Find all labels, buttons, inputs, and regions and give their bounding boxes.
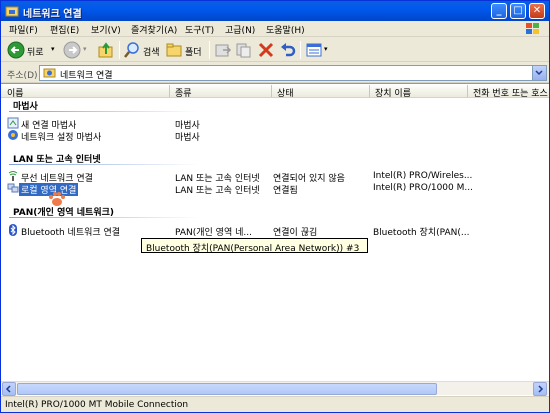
address-dropdown-button[interactable] (532, 66, 546, 80)
column-device[interactable]: 장치 이름 (375, 86, 411, 99)
chevron-down-icon (535, 70, 543, 76)
search-label: 검색 (143, 48, 160, 58)
toolbar-separator (119, 41, 120, 59)
list-item[interactable]: Bluetooth 네트워크 연결 PAN(개인 영역 네... 연결이 끊김 … (1, 224, 549, 238)
group-divider (9, 111, 199, 112)
close-button[interactable]: ✕ (529, 3, 545, 19)
group-divider (9, 217, 199, 218)
forward-arrow-icon (63, 41, 81, 59)
column-status[interactable]: 상태 (277, 86, 294, 99)
chevron-right-icon (538, 385, 544, 393)
menu-tools[interactable]: 도구(T) (185, 23, 214, 36)
explorer-window: 네트워크 연결 _ □ ✕ 파일(F) 편집(E) 보기(V) 즐겨찾기(A) … (0, 0, 550, 413)
up-folder-button[interactable] (97, 41, 115, 59)
network-connections-icon (43, 68, 56, 78)
move-to-button[interactable] (214, 41, 232, 59)
views-dropdown-icon[interactable]: ▾ (324, 45, 328, 53)
status-text: Intel(R) PRO/1000 MT Mobile Connection (5, 400, 189, 410)
folders-label: 폴더 (185, 48, 202, 58)
menu-view[interactable]: 보기(V) (91, 23, 121, 36)
bluetooth-icon (9, 224, 17, 236)
menu-advanced[interactable]: 고급(N) (225, 23, 255, 36)
item-type: LAN 또는 고속 인터넷 (175, 186, 260, 196)
copy-to-icon (236, 43, 251, 58)
folders-icon (166, 43, 182, 57)
item-status: 연결이 끊김 (273, 228, 318, 238)
search-button[interactable]: 검색 (123, 41, 163, 59)
network-setup-wizard-icon (8, 130, 18, 140)
delete-x-icon (258, 42, 274, 58)
column-divider[interactable] (467, 85, 468, 97)
copy-to-button[interactable] (235, 41, 253, 59)
tooltip: Bluetooth 장치(PAN(Personal Area Network))… (141, 238, 368, 254)
item-device: Intel(R) PRO/1000 M... (373, 183, 473, 193)
address-bar: 주소(D) 네트워크 연결 (1, 63, 549, 83)
undo-icon (281, 43, 296, 57)
menu-help[interactable]: 도움말(H) (266, 23, 305, 36)
maximize-button[interactable]: □ (510, 3, 526, 19)
scroll-right-button[interactable] (533, 382, 547, 396)
back-arrow-icon (7, 41, 25, 59)
move-to-icon (215, 44, 232, 57)
folders-button[interactable]: 폴더 (165, 41, 205, 59)
item-name: 네트워크 설정 마법사 (21, 133, 102, 143)
menu-bar: 파일(F) 편집(E) 보기(V) 즐겨찾기(A) 도구(T) 고급(N) 도움… (1, 21, 549, 37)
list-item[interactable]: 네트워크 설정 마법사 마법사 (1, 130, 549, 143)
menu-file[interactable]: 파일(F) (9, 23, 38, 36)
item-status: 연결됨 (273, 186, 298, 196)
item-device: Intel(R) PRO/Wireles... (373, 171, 473, 181)
toolbar-separator (209, 41, 210, 59)
undo-button[interactable] (279, 41, 297, 59)
menu-edit[interactable]: 편집(E) (50, 23, 79, 36)
item-name: Bluetooth 네트워크 연결 (21, 228, 121, 238)
item-type: 마법사 (175, 133, 200, 143)
item-type: PAN(개인 영역 네... (175, 228, 252, 238)
column-phone[interactable]: 전화 번호 또는 호스 (473, 86, 548, 99)
column-divider[interactable] (169, 85, 170, 97)
address-field[interactable]: 네트워크 연결 (39, 65, 547, 81)
views-icon (306, 43, 322, 57)
list-item-selected[interactable]: 로컬 영역 연결 LAN 또는 고속 인터넷 연결됨 Intel(R) PRO/… (1, 183, 549, 196)
forward-button[interactable]: ▾ (63, 41, 91, 59)
window-title: 네트워크 연결 (23, 9, 82, 20)
status-bar: Intel(R) PRO/1000 MT Mobile Connection (1, 396, 549, 412)
column-type[interactable]: 종류 (175, 86, 192, 99)
network-folder-icon (5, 6, 19, 17)
address-label: 주소(D) (7, 71, 38, 81)
wireless-connection-icon (8, 171, 18, 181)
item-device: Bluetooth 장치(PAN(... (373, 228, 470, 238)
column-header: 이름 종류 상태 장치 이름 전화 번호 또는 호스 (1, 84, 549, 99)
folder-up-icon (98, 42, 113, 58)
group-divider (9, 164, 199, 165)
column-divider[interactable] (369, 85, 370, 97)
title-bar[interactable]: 네트워크 연결 _ □ ✕ (1, 1, 549, 21)
toolbar: 뒤로 ▾ ▾ 검색 폴더 ▾ (1, 38, 549, 62)
views-button[interactable]: ▾ (305, 41, 331, 59)
toolbar-separator (300, 41, 301, 59)
chevron-left-icon (5, 385, 11, 393)
windows-logo-icon (526, 23, 539, 34)
column-divider[interactable] (271, 85, 272, 97)
local-area-connection-icon (7, 183, 19, 193)
search-icon (124, 42, 139, 58)
menu-favorites[interactable]: 즐겨찾기(A) (131, 23, 177, 36)
horizontal-scrollbar[interactable] (1, 381, 549, 396)
delete-button[interactable] (257, 41, 275, 59)
address-value: 네트워크 연결 (60, 71, 113, 81)
new-connection-wizard-icon (7, 117, 19, 129)
back-dropdown-icon[interactable]: ▾ (51, 45, 55, 53)
back-button[interactable]: 뒤로 ▾ (7, 41, 61, 59)
forward-dropdown-icon: ▾ (83, 45, 87, 53)
scroll-thumb[interactable] (17, 383, 437, 395)
column-name[interactable]: 이름 (7, 86, 24, 99)
scroll-left-button[interactable] (2, 382, 16, 396)
list-item[interactable]: 새 연결 마법사 마법사 (1, 117, 549, 131)
back-label: 뒤로 (27, 48, 44, 58)
list-item[interactable]: 무선 네트워크 연결 LAN 또는 고속 인터넷 연결되어 있지 않음 Inte… (1, 171, 549, 184)
minimize-button[interactable]: _ (491, 3, 507, 19)
